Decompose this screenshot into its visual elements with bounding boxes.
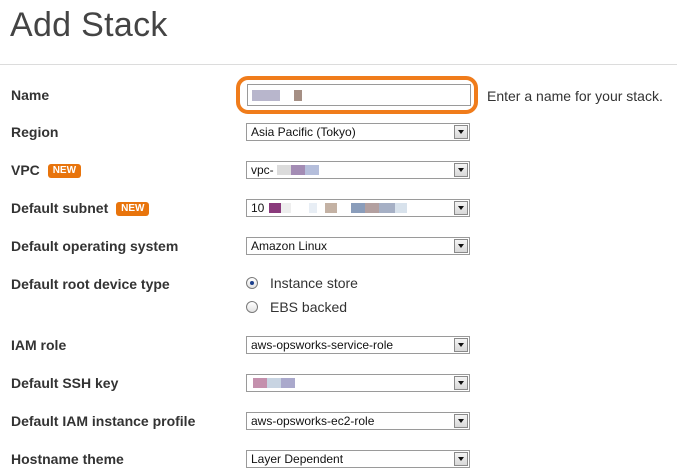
ebs-backed-label[interactable]: EBS backed [270,299,347,315]
title-divider [0,64,677,65]
chevron-down-icon[interactable] [454,414,468,428]
default-subnet-select[interactable]: 10 [246,199,470,217]
redacted-text [294,90,302,101]
name-hint: Enter a name for your stack. [487,88,663,104]
name-label: Name [11,87,50,103]
default-subnet-select-value: 10 [251,201,265,215]
redacted-text [351,203,365,213]
default-os-label: Default operating system [11,238,179,254]
chevron-down-icon[interactable] [454,201,468,215]
redacted-text [379,203,395,213]
default-os-select-value: Amazon Linux [251,239,328,253]
instance-store-label[interactable]: Instance store [270,275,358,291]
chevron-down-icon[interactable] [454,338,468,352]
default-subnet-label-text: Default subnet [11,200,109,216]
default-os-select[interactable]: Amazon Linux [246,237,470,255]
chevron-down-icon[interactable] [454,125,468,139]
iam-profile-label: Default IAM instance profile [11,413,196,429]
redacted-text [325,203,337,213]
redacted-text [305,165,319,175]
region-select[interactable]: Asia Pacific (Tokyo) [246,123,470,141]
iam-role-select-value: aws-opsworks-service-role [251,338,394,352]
iam-profile-select[interactable]: aws-opsworks-ec2-role [246,412,470,430]
redacted-text [281,378,295,388]
region-label: Region [11,124,59,140]
hostname-theme-select[interactable]: Layer Dependent [246,450,470,468]
chevron-down-icon[interactable] [454,452,468,466]
redacted-text [309,203,317,213]
stack-name-input[interactable] [247,84,471,106]
iam-role-select[interactable]: aws-opsworks-service-role [246,336,470,354]
redacted-text [365,203,379,213]
ssh-key-label: Default SSH key [11,375,119,391]
redacted-text [395,203,407,213]
iam-profile-select-value: aws-opsworks-ec2-role [251,414,375,428]
redacted-text [281,203,291,213]
new-badge: NEW [47,164,82,178]
redacted-text [277,165,291,175]
instance-store-radio[interactable] [246,277,258,289]
ssh-key-select[interactable] [246,374,470,392]
redacted-text [269,203,281,213]
redacted-text [291,165,305,175]
chevron-down-icon[interactable] [454,163,468,177]
chevron-down-icon[interactable] [454,239,468,253]
redacted-text [253,378,267,388]
vpc-select-value: vpc- [251,163,274,177]
vpc-label-text: VPC [11,162,40,178]
redacted-text [252,90,280,101]
chevron-down-icon[interactable] [454,376,468,390]
redacted-text [267,378,281,388]
new-badge: NEW [116,202,150,216]
root-device-label: Default root device type [11,276,170,292]
region-select-value: Asia Pacific (Tokyo) [251,125,356,139]
hostname-theme-select-value: Layer Dependent [251,452,344,466]
vpc-select[interactable]: vpc- [246,161,470,179]
ebs-backed-radio[interactable] [246,301,258,313]
page-title: Add Stack [10,6,168,44]
hostname-theme-label: Hostname theme [11,451,124,467]
default-subnet-label: Default subnet NEW [11,200,150,216]
iam-role-label: IAM role [11,337,67,353]
vpc-label: VPC NEW [11,162,82,178]
